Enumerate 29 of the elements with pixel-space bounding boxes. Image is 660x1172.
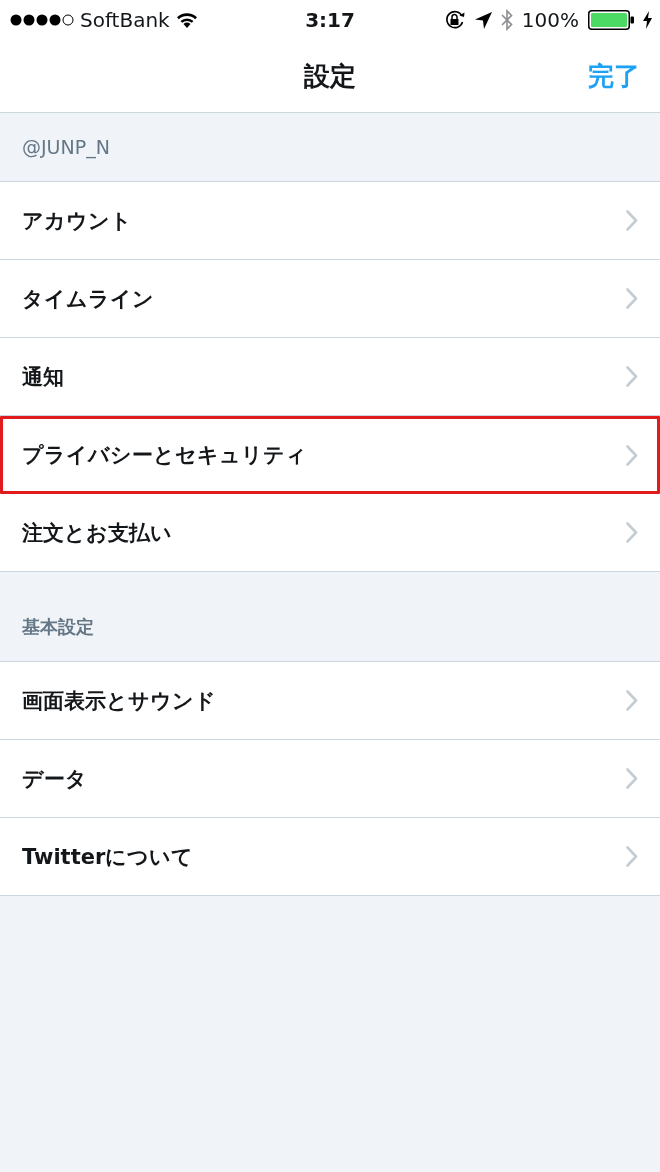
clock-time: 3:17: [305, 8, 355, 32]
wifi-icon: [175, 12, 198, 28]
battery-icon: [588, 10, 634, 30]
carrier-name: SoftBank: [80, 8, 170, 32]
settings-menu-item[interactable]: 画面表示とサウンド: [0, 662, 660, 740]
chevron-right-icon: [626, 768, 638, 789]
chevron-right-icon: [626, 288, 638, 309]
chevron-right-icon: [626, 366, 638, 387]
screen-title: 設定: [304, 59, 356, 93]
settings-menu-item[interactable]: 注文とお支払い: [0, 494, 660, 572]
settings-menu-item[interactable]: Twitterについて: [0, 818, 660, 896]
settings-menu-item[interactable]: 通知: [0, 338, 660, 416]
settings-menu-item[interactable]: プライバシーとセキュリティ: [0, 416, 660, 494]
battery-percentage: 100%: [521, 8, 579, 32]
chevron-right-icon: [626, 522, 638, 543]
chevron-right-icon: [626, 690, 638, 711]
location-arrow-icon: [474, 11, 492, 29]
chevron-right-icon: [626, 444, 638, 466]
rotation-lock-icon: [443, 10, 466, 30]
settings-menu-item[interactable]: アカウント: [0, 182, 660, 260]
section-header: 基本設定: [22, 615, 94, 639]
charging-bolt-icon: [643, 11, 652, 29]
chevron-right-icon: [626, 846, 638, 867]
bluetooth-icon: [500, 9, 513, 31]
settings-menu-item[interactable]: タイムライン: [0, 260, 660, 338]
signal-strength-icon: [10, 14, 74, 26]
section-header: @JUNP_N: [22, 136, 110, 158]
settings-menu-item[interactable]: データ: [0, 740, 660, 818]
chevron-right-icon: [626, 210, 638, 231]
